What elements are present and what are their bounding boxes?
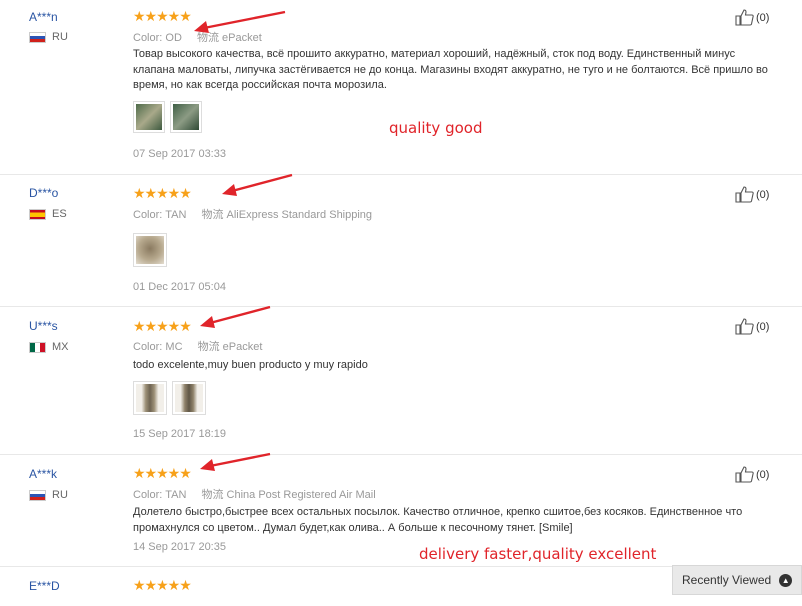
review-meta: Color: TAN 物流 China Post Registered Air … — [133, 486, 376, 502]
thumbs-up-icon — [735, 9, 754, 26]
annotation-arrow-icon — [194, 10, 286, 33]
annotation-delivery: delivery faster,quality excellent — [419, 545, 657, 563]
color-label: Color: — [133, 341, 163, 353]
review-photo[interactable] — [133, 233, 167, 267]
color-value: MC — [165, 341, 183, 353]
helpful-count: (0) — [756, 320, 770, 333]
country-code: RU — [52, 31, 68, 43]
helpful-count: (0) — [756, 188, 770, 201]
annotation-quality-good: quality good — [389, 119, 483, 137]
star-rating: ★★★★★ — [133, 8, 192, 24]
country-code: RU — [52, 489, 68, 501]
review-date: 07 Sep 2017 03:33 — [133, 148, 226, 160]
chevron-up-icon: ▲ — [779, 573, 793, 587]
star-rating: ★★★★★ — [133, 318, 192, 334]
shipping-value: China Post Registered Air Mail — [226, 489, 376, 501]
helpful-button[interactable]: (0) — [735, 318, 769, 335]
recently-viewed-button[interactable]: Recently Viewed ▲ — [672, 565, 802, 595]
russia-flag-icon — [29, 31, 46, 43]
review-date: 01 Dec 2017 05:04 — [133, 281, 226, 293]
helpful-count: (0) — [756, 468, 770, 481]
reviewer-name[interactable]: A***n — [29, 10, 58, 24]
color-label: Color: — [133, 489, 163, 501]
reviewer-country: MX — [29, 341, 69, 353]
review-date: 14 Sep 2017 20:35 — [133, 541, 226, 553]
reviewer-country: ES — [29, 208, 67, 220]
review-item: U***s MX ★★★★★ Color: MC 物流 ePacket todo… — [0, 307, 802, 455]
annotation-arrow-icon — [200, 305, 271, 328]
review-item: A***n RU ★★★★★ Color: OD 物流 ePacket Това… — [0, 0, 802, 175]
country-code: ES — [52, 208, 67, 220]
shipping-value: AliExpress Standard Shipping — [226, 209, 373, 221]
review-meta: Color: MC 物流 ePacket — [133, 338, 262, 354]
review-photos — [133, 381, 206, 415]
review-text: Долетело быстро,быстрее всех остальных п… — [133, 506, 743, 534]
color-label: Color: — [133, 209, 163, 221]
helpful-count: (0) — [756, 11, 770, 24]
shipping-label: 物流 — [201, 209, 224, 221]
recently-viewed-label: Recently Viewed — [682, 573, 772, 587]
annotation-arrow-icon — [200, 452, 271, 471]
shipping-label: 物流 — [201, 489, 224, 501]
reviewer-country: RU — [29, 489, 68, 501]
color-value: TAN — [165, 489, 187, 501]
star-rating: ★★★★★ — [133, 185, 192, 201]
star-rating: ★★★★★ — [133, 465, 192, 481]
reviewer-name[interactable]: U***s — [29, 319, 58, 333]
helpful-button[interactable]: (0) — [735, 466, 769, 483]
reviewer-country: RU — [29, 31, 68, 43]
thumbs-up-icon — [735, 186, 754, 203]
review-text: Товар высокого качества, всё прошито акк… — [133, 48, 768, 91]
russia-flag-icon — [29, 489, 46, 501]
review-photo[interactable] — [133, 101, 165, 133]
spain-flag-icon — [29, 208, 46, 220]
color-value: OD — [165, 32, 182, 44]
thumbs-up-icon — [735, 318, 754, 335]
review-photo[interactable] — [172, 381, 206, 415]
review-date: 15 Sep 2017 18:19 — [133, 428, 226, 440]
reviewer-name[interactable]: D***o — [29, 186, 58, 200]
reviewer-name[interactable]: E***D — [29, 579, 60, 593]
mexico-flag-icon — [29, 341, 46, 353]
review-photo[interactable] — [133, 381, 167, 415]
review-photos — [133, 101, 202, 133]
review-meta: Color: TAN 物流 AliExpress Standard Shippi… — [133, 206, 372, 222]
review-photos — [133, 233, 167, 267]
country-code: MX — [52, 341, 69, 353]
annotation-arrow-icon — [222, 173, 293, 196]
review-item: A***k RU ★★★★★ Color: TAN 物流 China Post … — [0, 455, 802, 567]
thumbs-up-icon — [735, 466, 754, 483]
color-value: TAN — [165, 209, 187, 221]
shipping-value: ePacket — [222, 341, 263, 353]
helpful-button[interactable]: (0) — [735, 186, 769, 203]
color-label: Color: — [133, 32, 163, 44]
review-text: todo excelente,muy buen producto y muy r… — [133, 359, 368, 371]
review-item: D***o ES ★★★★★ Color: TAN 物流 AliExpress … — [0, 175, 802, 307]
shipping-label: 物流 — [197, 341, 220, 353]
helpful-button[interactable]: (0) — [735, 9, 769, 26]
review-photo[interactable] — [170, 101, 202, 133]
reviewer-name[interactable]: A***k — [29, 467, 57, 481]
star-rating: ★★★★★ — [133, 577, 192, 593]
